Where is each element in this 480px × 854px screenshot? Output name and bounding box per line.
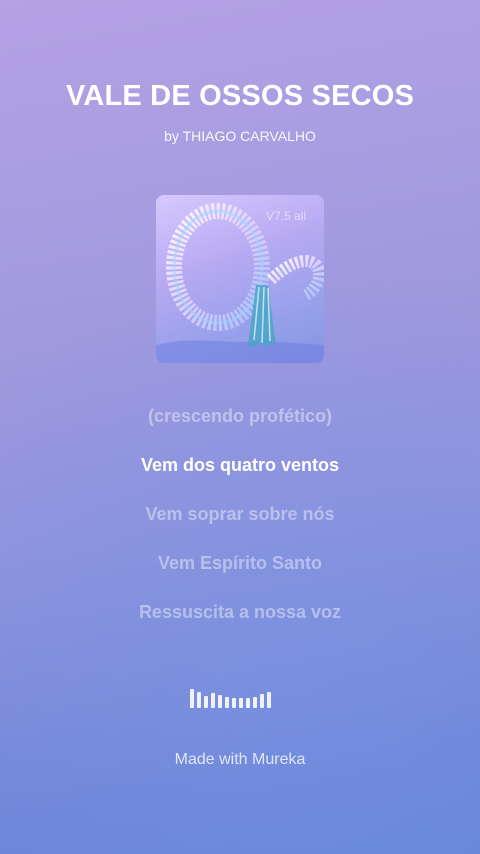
song-title: VALE DE OSSOS SECOS: [65, 80, 415, 112]
visualizer-bar: [190, 689, 194, 708]
cover-watermark: V7.5 all: [265, 209, 306, 223]
visualizer-bar: [260, 694, 264, 708]
lyric-line-current: Vem dos quatro ventos: [140, 455, 340, 475]
album-cover: V7.5 all: [156, 195, 324, 363]
lyric-line: Vem Espírito Santo: [157, 553, 323, 573]
visualizer-bar: [232, 698, 236, 708]
visualizer-bar: [225, 697, 229, 708]
visualizer-bar: [253, 697, 257, 708]
visualizer-bar: [246, 698, 250, 708]
artist-name: by THIAGO CARVALHO: [164, 128, 316, 144]
visualizer-bar: [204, 696, 208, 708]
audio-visualizer-icon: [190, 689, 290, 708]
visualizer-bar: [211, 693, 215, 708]
lyric-line: Ressuscita a nossa voz: [138, 602, 342, 622]
made-with-mureka: Made with Mureka: [174, 751, 306, 768]
visualizer-bar: [197, 692, 201, 708]
lyrics-panel: (crescendo profético) Vem dos quatro ven…: [0, 402, 480, 647]
visualizer-bar: [239, 698, 243, 708]
lyric-line: (crescendo profético): [147, 406, 333, 426]
visualizer-bar: [267, 692, 271, 708]
lyric-line: Vem soprar sobre nós: [145, 504, 335, 524]
visualizer-bar: [218, 695, 222, 708]
